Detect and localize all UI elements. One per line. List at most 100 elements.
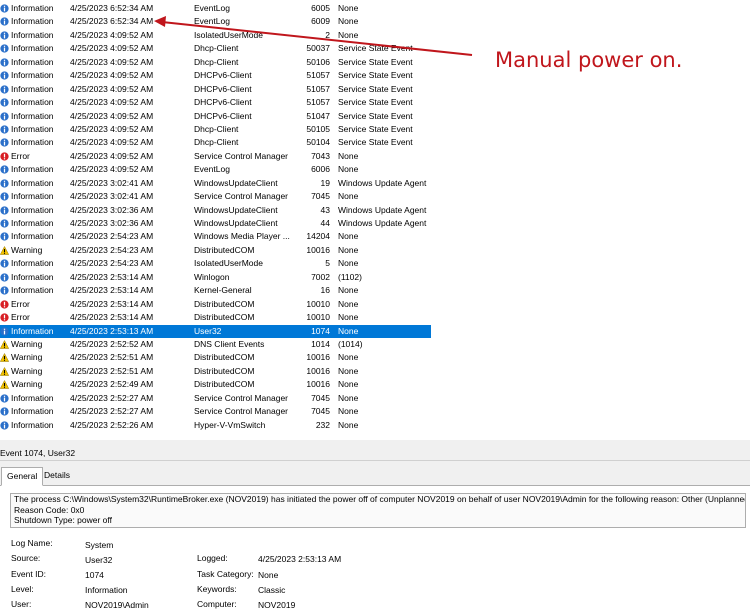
detail-tabs: General Details	[0, 464, 750, 486]
event-id: 10010	[306, 298, 330, 309]
event-task-category: None	[338, 298, 359, 309]
event-row[interactable]: Information 4/25/2023 4:09:52 AM EventLog 6…	[0, 163, 750, 176]
event-task-category: None	[338, 258, 359, 269]
event-row[interactable]: Information 4/25/2023 3:02:41 AM Service C…	[0, 190, 750, 203]
task-category-label: Task Category:	[197, 569, 254, 579]
event-row[interactable]: Warning 4/25/2023 2:52:52 AM DNS Client Ev…	[0, 338, 750, 351]
event-task-category: None	[338, 325, 359, 336]
event-row[interactable]: Information 4/25/2023 4:09:52 AM Dhcp-Clie…	[0, 136, 750, 149]
event-source: Hyper-V-VmSwitch	[194, 419, 266, 430]
event-id: 7045	[311, 191, 330, 202]
keywords-value: Classic	[258, 585, 286, 595]
event-id: 1074	[311, 325, 330, 336]
event-date-time: 4/25/2023 2:53:14 AM	[70, 312, 154, 323]
warning-icon	[0, 245, 9, 255]
event-date-time: 4/25/2023 2:52:51 AM	[70, 352, 154, 363]
log-name-label: Log Name:	[11, 538, 53, 548]
event-id: 50105	[306, 123, 330, 134]
event-task-category: None	[338, 392, 359, 403]
event-row[interactable]: Information 4/25/2023 3:02:36 AM WindowsUp…	[0, 204, 750, 217]
event-level: Warning	[11, 338, 43, 349]
event-task-category: None	[338, 312, 359, 323]
event-id: 5	[325, 258, 330, 269]
event-task-category: None	[338, 231, 359, 242]
event-level: Information	[11, 204, 54, 215]
event-task-category: Windows Update Agent	[338, 177, 427, 188]
tab-general[interactable]: General	[1, 467, 44, 486]
event-id: 6006	[311, 164, 330, 175]
event-row[interactable]: Information 4/25/2023 2:52:27 AM Service C…	[0, 405, 750, 418]
source-value: User32	[85, 555, 113, 565]
event-level: Warning	[11, 379, 43, 390]
information-icon	[0, 138, 9, 148]
event-row[interactable]: Information 4/25/2023 3:02:41 AM WindowsUp…	[0, 177, 750, 190]
event-row[interactable]: Warning 4/25/2023 2:52:51 AM DistributedCO…	[0, 365, 750, 378]
message-line: The process C:\Windows\System32\RuntimeB…	[14, 494, 746, 504]
event-source: DistributedCOM	[194, 352, 255, 363]
tab-details[interactable]: Details	[39, 467, 75, 484]
error-icon	[0, 313, 9, 322]
event-level: Error	[11, 150, 30, 161]
event-task-category: Service State Event	[338, 137, 413, 148]
event-row[interactable]: Information 4/25/2023 4:09:52 AM Dhcp-Clie…	[0, 123, 750, 136]
source-label: Source:	[11, 553, 41, 563]
event-level: Information	[11, 177, 54, 188]
event-task-category: None	[338, 191, 359, 202]
event-task-category: None	[338, 379, 359, 390]
event-row[interactable]: Information 4/25/2023 2:53:14 AM Kernel-Ge…	[0, 284, 750, 297]
event-date-time: 4/25/2023 3:02:36 AM	[70, 218, 154, 228]
event-level: Information	[11, 191, 54, 202]
event-row[interactable]: Error 4/25/2023 2:53:14 AM DistributedCOM 1…	[0, 298, 750, 311]
warning-icon	[0, 353, 9, 363]
message-line: Shutdown Type: power off	[14, 515, 112, 525]
event-row[interactable]: Information 4/25/2023 2:54:23 AM Windows M…	[0, 230, 750, 243]
event-row[interactable]: Information 4/25/2023 2:52:27 AM Service C…	[0, 392, 750, 405]
event-source: Winlogon	[194, 271, 230, 282]
event-id-value: 1074	[85, 570, 104, 580]
event-source: Service Control Manager	[194, 191, 289, 202]
event-row[interactable]: Information 4/25/2023 2:52:26 AM Hyper-V-V…	[0, 419, 750, 432]
event-date-time: 4/25/2023 2:53:14 AM	[70, 285, 154, 296]
event-level: Information	[11, 271, 54, 282]
event-row-selected[interactable]: Information 4/25/2023 2:53:13 AM User32 107…	[0, 324, 750, 338]
event-row[interactable]: Warning 4/25/2023 2:52:51 AM DistributedCO…	[0, 351, 750, 364]
warning-icon	[0, 380, 9, 390]
event-date-time: 4/25/2023 2:53:13 AM	[70, 325, 154, 336]
event-row[interactable]: Warning 4/25/2023 2:54:23 AM DistributedCO…	[0, 244, 750, 257]
event-source: Service Control Manager	[194, 150, 289, 161]
event-source: Windows Media Player ...	[194, 231, 290, 242]
event-level: Information	[11, 231, 54, 242]
event-source: Service Control Manager	[194, 392, 289, 403]
event-level: Warning	[11, 244, 43, 255]
event-row[interactable]: Information 4/25/2023 2:53:14 AM Winlogon 7…	[0, 271, 750, 284]
event-level: Information	[11, 285, 54, 296]
event-id: 7045	[311, 392, 330, 403]
event-level: Information	[11, 218, 54, 228]
event-row[interactable]: Information 4/25/2023 2:54:23 AM IsolatedU…	[0, 257, 750, 270]
event-source: EventLog	[194, 164, 230, 175]
information-icon	[0, 125, 9, 134]
event-id: 14204	[306, 231, 330, 242]
information-icon	[0, 259, 9, 268]
event-source: DistributedCOM	[194, 298, 255, 309]
event-date-time: 4/25/2023 2:52:52 AM	[70, 338, 154, 349]
event-source: Dhcp-Client	[194, 123, 239, 134]
event-date-time: 4/25/2023 4:09:52 AM	[70, 137, 154, 148]
event-id: 10016	[306, 365, 330, 376]
event-row[interactable]: Error 4/25/2023 2:53:14 AM DistributedCOM 1…	[0, 311, 750, 324]
event-level: Warning	[11, 365, 43, 376]
event-task-category: Service State Event	[338, 123, 413, 134]
user-label: User:	[11, 599, 32, 609]
event-date-time: 4/25/2023 2:52:27 AM	[70, 406, 154, 417]
event-id-label: Event ID:	[11, 569, 46, 579]
event-date-time: 4/25/2023 2:52:49 AM	[70, 379, 154, 390]
event-id: 43	[320, 204, 330, 215]
event-row[interactable]: Warning 4/25/2023 2:52:49 AM DistributedCO…	[0, 378, 750, 391]
event-date-time: 4/25/2023 3:02:41 AM	[70, 191, 154, 202]
event-message[interactable]: The process C:\Windows\System32\RuntimeB…	[10, 493, 746, 528]
event-row[interactable]: Information 4/25/2023 3:02:36 AM WindowsUp…	[0, 217, 750, 230]
event-id: 44	[320, 218, 330, 228]
error-icon	[0, 152, 9, 161]
event-id: 7043	[311, 150, 330, 161]
event-row[interactable]: Error 4/25/2023 4:09:52 AM Service Control…	[0, 150, 750, 163]
